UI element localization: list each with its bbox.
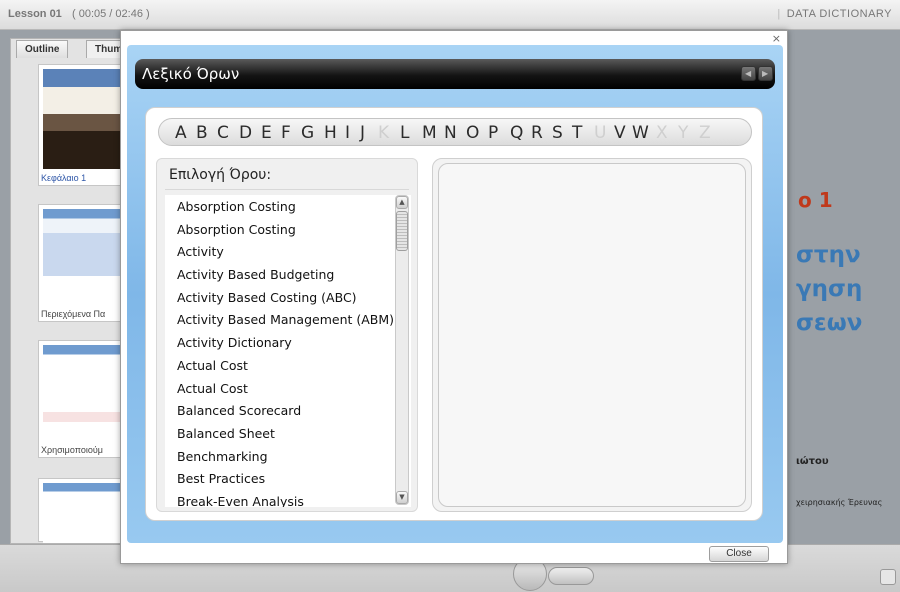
letter-q[interactable]: Q: [510, 123, 523, 143]
letter-k: K: [378, 123, 390, 143]
fullscreen-icon[interactable]: [880, 569, 896, 585]
slide-title-fragment: στην: [796, 242, 861, 268]
close-icon[interactable]: ×: [772, 32, 781, 45]
next-icon[interactable]: ▶: [758, 66, 773, 81]
divider: [165, 189, 409, 190]
letter-p[interactable]: P: [488, 123, 498, 143]
slide-dept-fragment: χειρησιακής Έρευνας: [796, 498, 883, 507]
letter-m[interactable]: M: [422, 123, 437, 143]
term-item[interactable]: Actual Cost: [177, 381, 394, 404]
slide-thumbnail-1[interactable]: Κεφάλαιο 1: [38, 64, 123, 186]
slide-thumbnail-3[interactable]: Χρησιμοποιούμ: [38, 340, 123, 458]
definition-panel: [432, 158, 752, 512]
letter-n[interactable]: N: [444, 123, 457, 143]
letter-w[interactable]: W: [632, 123, 649, 143]
slide-thumbnail-label: Περιεχόμενα Πα: [41, 309, 106, 319]
dictionary-content: ABCDEFGHIJKLMNOPQRSTUVWXYZ Επιλογή Όρου:…: [145, 107, 763, 521]
letter-g[interactable]: G: [301, 123, 314, 143]
term-item[interactable]: Absorption Costing: [177, 222, 394, 245]
letter-u: U: [594, 123, 607, 143]
letter-t[interactable]: T: [572, 123, 582, 143]
letter-l[interactable]: L: [400, 123, 409, 143]
letter-x: X: [656, 123, 668, 143]
dictionary-title: Λεξικό Όρων: [142, 65, 240, 83]
letter-d[interactable]: D: [239, 123, 252, 143]
alphabet-bar: ABCDEFGHIJKLMNOPQRSTUVWXYZ: [158, 118, 752, 146]
term-item[interactable]: Activity Based Costing (ABC): [177, 290, 394, 313]
slide-thumbnail-image: [43, 345, 123, 441]
term-item[interactable]: Benchmarking: [177, 449, 394, 472]
dictionary-header: Λεξικό Όρων ◀ ▶: [135, 59, 775, 89]
letter-v[interactable]: V: [614, 123, 626, 143]
letter-b[interactable]: B: [196, 123, 208, 143]
term-list: Absorption Costing Absorption Costing Acti…: [165, 195, 411, 507]
letter-y: Y: [678, 123, 689, 143]
letter-z: Z: [699, 123, 711, 143]
lesson-title: Lesson 01: [8, 8, 62, 20]
slide-title-fragment: γηση: [796, 276, 863, 302]
term-item[interactable]: Activity Based Management (ABM): [177, 312, 394, 335]
letter-r[interactable]: R: [531, 123, 543, 143]
slide-thumbnail-label: Χρησιμοποιούμ: [41, 445, 103, 455]
term-item[interactable]: Activity Based Budgeting: [177, 267, 394, 290]
scroll-down-icon[interactable]: ▼: [396, 491, 408, 504]
term-item[interactable]: Best Practices: [177, 471, 394, 494]
letter-i[interactable]: I: [345, 123, 350, 143]
slide-thumbnail-image: [43, 69, 123, 169]
slide-thumbnail-4[interactable]: [38, 478, 123, 543]
letter-o[interactable]: O: [466, 123, 479, 143]
letter-s[interactable]: S: [552, 123, 563, 143]
term-list-scrollbar[interactable]: ▲ ▼: [395, 195, 409, 505]
dictionary-dialog: × Λεξικό Όρων ◀ ▶ ABCDEFGHIJKLMNOPQRSTUV…: [120, 30, 788, 564]
slide-thumbnail-image: [43, 483, 123, 543]
data-dictionary-link[interactable]: | DATA DICTIONARY: [777, 8, 892, 20]
close-button[interactable]: Close: [709, 546, 769, 562]
letter-c[interactable]: C: [217, 123, 229, 143]
slide-thumbnail-image: [43, 209, 123, 305]
slide-title-fragment: σεων: [796, 310, 863, 336]
definition-text: [438, 163, 746, 507]
letter-j[interactable]: J: [360, 123, 365, 143]
player-top-bar: Lesson 01 ( 00:05 / 02:46 ) | DATA DICTIO…: [0, 0, 900, 30]
lesson-time: ( 00:05 / 02:46 ): [72, 8, 150, 20]
letter-a[interactable]: A: [175, 123, 187, 143]
term-item[interactable]: Actual Cost: [177, 358, 394, 381]
slide-thumbnail-label: Κεφάλαιο 1: [41, 173, 87, 183]
slide-heading-fragment: ο 1: [798, 188, 833, 212]
scroll-up-icon[interactable]: ▲: [396, 196, 408, 209]
dictionary-frame: Λεξικό Όρων ◀ ▶ ABCDEFGHIJKLMNOPQRSTUVWX…: [127, 45, 783, 543]
term-item[interactable]: Balanced Sheet: [177, 426, 394, 449]
tab-thumbnails[interactable]: Thum: [86, 40, 122, 58]
slide-author-fragment: ιώτου: [796, 456, 829, 467]
term-item[interactable]: Absorption Costing: [177, 199, 394, 222]
term-item[interactable]: Break-Even Analysis: [177, 494, 394, 507]
slide-thumbnail-2[interactable]: Περιεχόμενα Πα: [38, 204, 123, 322]
term-item[interactable]: Activity: [177, 244, 394, 267]
term-item[interactable]: Activity Dictionary: [177, 335, 394, 358]
tab-outline[interactable]: Outline: [16, 40, 69, 58]
term-item[interactable]: Balanced Scorecard: [177, 403, 394, 426]
term-selection-panel: Επιλογή Όρου: Absorption Costing Absorpti…: [156, 158, 418, 512]
letter-f[interactable]: F: [281, 123, 291, 143]
seek-buttons[interactable]: [548, 567, 594, 585]
letter-h[interactable]: H: [324, 123, 337, 143]
term-selection-heading: Επιλογή Όρου:: [169, 167, 272, 183]
previous-icon[interactable]: ◀: [741, 66, 756, 81]
scroll-thumb[interactable]: [396, 211, 408, 251]
letter-e[interactable]: E: [261, 123, 272, 143]
